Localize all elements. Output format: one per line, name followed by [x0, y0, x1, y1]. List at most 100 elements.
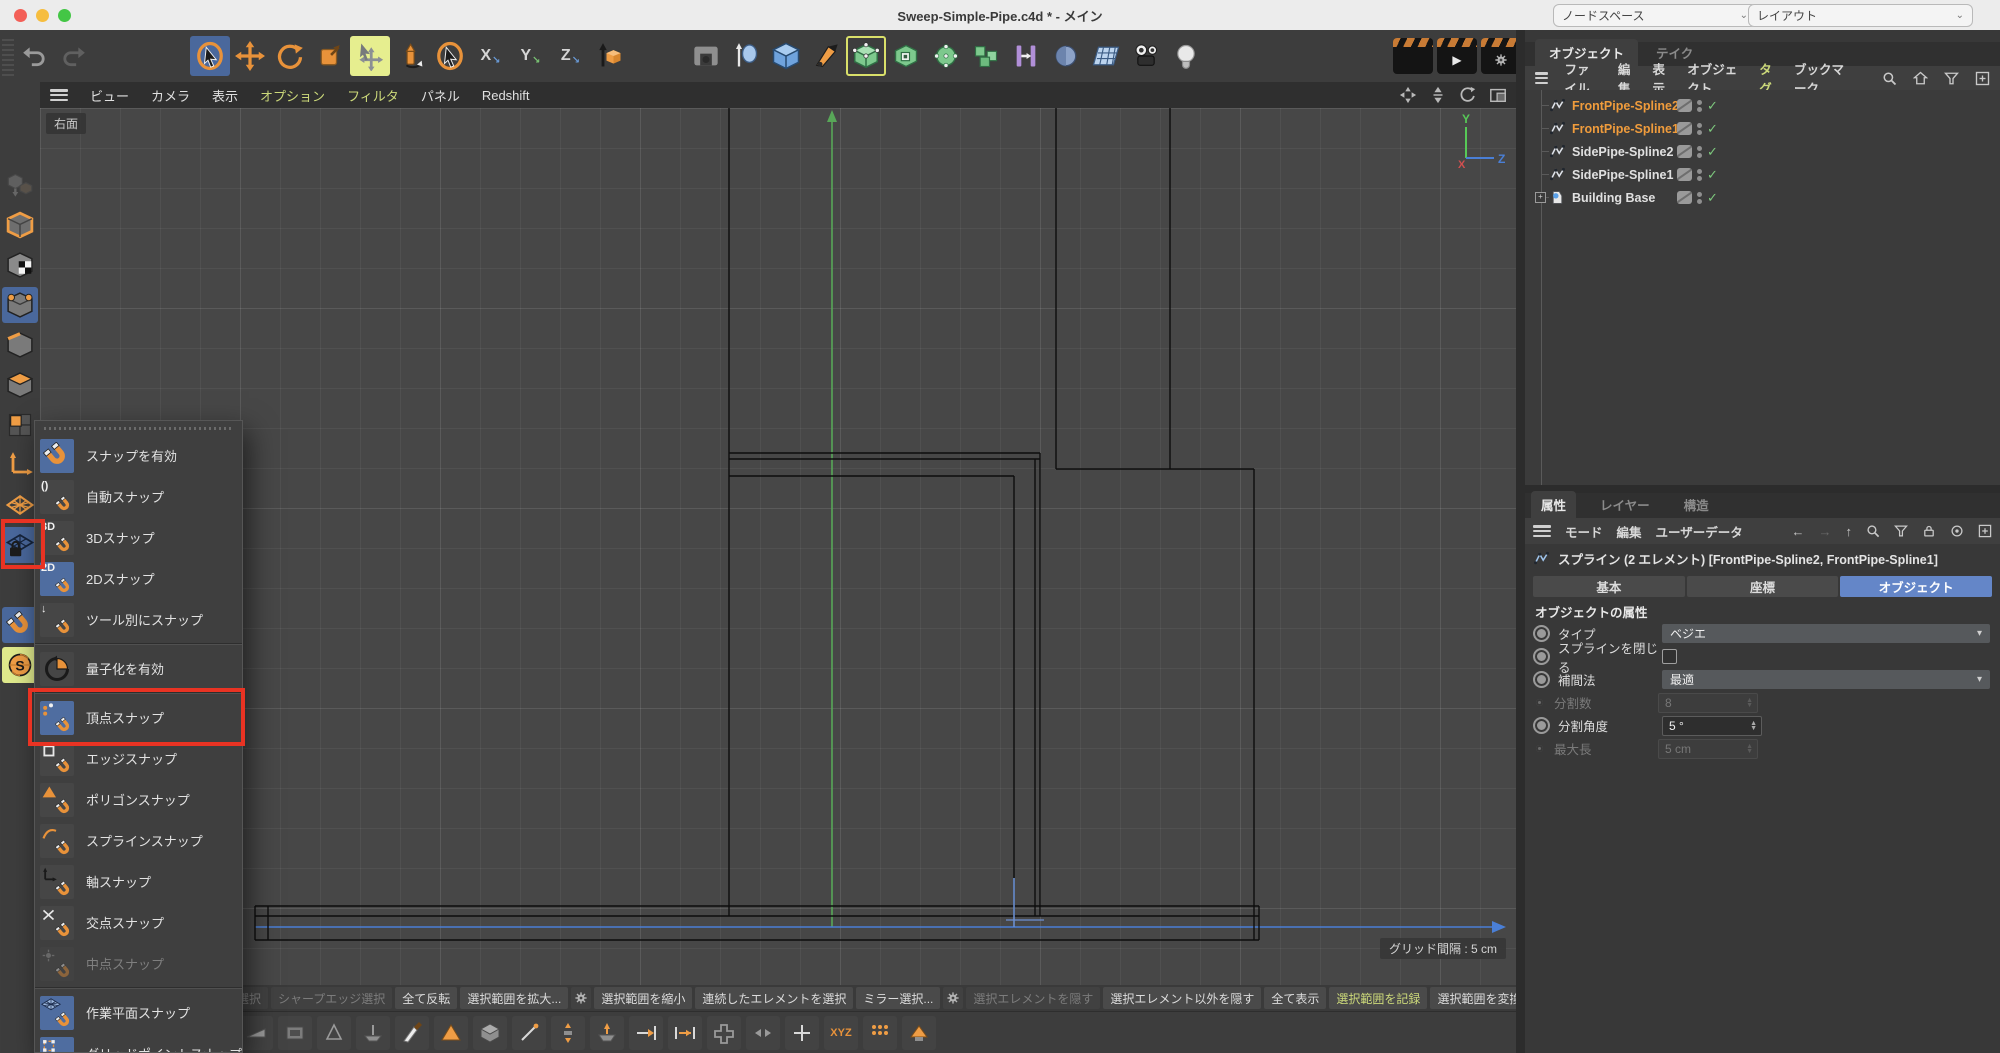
viewport[interactable]: ビュー カメラ 表示 オプション フィルタ パネル Redshift	[40, 82, 1516, 1053]
light-icon[interactable]	[1166, 36, 1206, 76]
camera-icon[interactable]	[1126, 36, 1166, 76]
scale-tool[interactable]	[310, 36, 350, 76]
modeling-tool-icon[interactable]	[317, 1016, 351, 1050]
visibility-dots-icon[interactable]	[1697, 123, 1702, 135]
layout-dropdown[interactable]: レイアウト⌄	[1748, 4, 1973, 27]
menu-item-3d-snap[interactable]: 3D 3Dスナップ	[35, 517, 242, 558]
rotate-tool[interactable]	[270, 36, 310, 76]
xyz-tool-icon[interactable]: XYZ	[824, 1016, 858, 1050]
visibility-dots-icon[interactable]	[1697, 100, 1702, 112]
snap-toggle-button[interactable]	[2, 607, 38, 643]
type-dropdown[interactable]: ベジエ▾	[1662, 624, 1990, 643]
menu-item-intersection-snap[interactable]: 交点スナップ	[35, 902, 242, 943]
layer-chip-icon[interactable]	[1677, 99, 1692, 112]
x-axis-lock-button[interactable]: X↘	[470, 36, 510, 76]
attribute-menu-icon[interactable]	[1533, 525, 1551, 537]
section-object-button[interactable]: オブジェクト	[1840, 576, 1992, 597]
workplane-mode-button[interactable]	[2, 487, 38, 523]
modify-axis-tool[interactable]	[390, 36, 430, 76]
object-manager-menu-icon[interactable]	[1535, 72, 1548, 84]
modeling-tool-icon[interactable]	[668, 1016, 702, 1050]
modeling-tool-icon[interactable]	[356, 1016, 390, 1050]
modeling-tool-icon[interactable]	[863, 1016, 897, 1050]
object-row[interactable]: FrontPipe-Spline2 ✓	[1525, 94, 2000, 117]
points-mode-button[interactable]	[2, 287, 38, 323]
modeling-tool-icon[interactable]	[785, 1016, 819, 1050]
subdivision-surface-icon[interactable]	[846, 36, 886, 76]
zoom-window-button[interactable]	[58, 9, 71, 22]
field-icon[interactable]	[1046, 36, 1086, 76]
make-editable-button[interactable]	[2, 167, 38, 203]
search-icon[interactable]	[1866, 524, 1880, 538]
angle-spinner[interactable]: 5 °▲▼	[1662, 716, 1762, 736]
viewport-menu-display[interactable]: 表示	[212, 86, 238, 105]
modeling-tool-icon[interactable]	[746, 1016, 780, 1050]
viewport-menu-icon[interactable]	[50, 89, 68, 101]
z-axis-lock-button[interactable]: Z↘	[550, 36, 590, 76]
enabled-check-icon[interactable]: ✓	[1707, 167, 1718, 183]
modeling-tool-icon[interactable]	[512, 1016, 546, 1050]
render-settings-button[interactable]	[1481, 38, 1521, 74]
object-row[interactable]: SidePipe-Spline2 ✓	[1525, 140, 2000, 163]
menu-item-polygon-snap[interactable]: ポリゴンスナップ	[35, 779, 242, 820]
tab-layers[interactable]: レイヤー	[1590, 491, 1660, 518]
deformer-icon[interactable]	[1006, 36, 1046, 76]
texture-mode-button[interactable]	[2, 247, 38, 283]
y-axis-lock-button[interactable]: Y↘	[510, 36, 550, 76]
quantize-settings-button[interactable]: S	[2, 647, 38, 683]
modeling-tool-icon[interactable]	[473, 1016, 507, 1050]
modeling-tool-icon[interactable]	[707, 1016, 741, 1050]
uv-mode-button[interactable]	[2, 407, 38, 443]
array-icon[interactable]	[966, 36, 1006, 76]
menu-item-workplane-snap[interactable]: 作業平面スナップ	[35, 992, 242, 1033]
keyframe-toggle-icon[interactable]	[1533, 717, 1550, 734]
tab-attributes[interactable]: 属性	[1531, 491, 1576, 518]
enabled-check-icon[interactable]: ✓	[1707, 190, 1718, 206]
command-button[interactable]: 全て表示	[1264, 987, 1326, 1009]
axis-mode-button[interactable]	[2, 447, 38, 483]
viewport-menu-view[interactable]: ビュー	[90, 86, 129, 105]
viewport-menu-redshift[interactable]: Redshift	[482, 88, 530, 103]
toggle-view-icon[interactable]	[1486, 83, 1510, 107]
search-icon[interactable]	[1882, 71, 1897, 86]
enabled-check-icon[interactable]: ✓	[1707, 98, 1718, 114]
redo-button[interactable]	[54, 36, 94, 76]
back-icon[interactable]: ←	[1792, 524, 1805, 539]
modeling-tool-icon[interactable]	[239, 1016, 273, 1050]
keyframe-toggle-icon[interactable]	[1533, 625, 1550, 642]
enabled-check-icon[interactable]: ✓	[1707, 121, 1718, 137]
up-icon[interactable]: ↑	[1846, 524, 1853, 539]
model-mode-button[interactable]	[2, 207, 38, 243]
interpolation-dropdown[interactable]: 最適▾	[1662, 670, 1990, 689]
visibility-dots-icon[interactable]	[1697, 169, 1702, 181]
command-button[interactable]: 選択範囲を変換	[1430, 987, 1528, 1009]
add-icon[interactable]	[1975, 71, 1990, 86]
close-window-button[interactable]	[14, 9, 27, 22]
am-menu-edit[interactable]: 編集	[1617, 522, 1642, 541]
spline-tools-icon[interactable]	[726, 36, 766, 76]
move-tool[interactable]	[230, 36, 270, 76]
lock-icon[interactable]	[1922, 524, 1936, 538]
menu-tearoff-handle[interactable]	[35, 421, 242, 435]
object-row[interactable]: FrontPipe-Spline1 ✓	[1525, 117, 2000, 140]
menu-item-enable-snap[interactable]: スナップを有効	[35, 435, 242, 476]
menu-item-spline-snap[interactable]: スプラインスナップ	[35, 820, 242, 861]
command-button[interactable]: 選択範囲を縮小	[594, 987, 692, 1009]
edge-mode-button[interactable]	[2, 327, 38, 363]
keyframe-toggle-icon[interactable]	[1533, 671, 1550, 688]
command-button[interactable]: 選択エレメント以外を隠す	[1103, 987, 1261, 1009]
modeling-tool-icon[interactable]	[590, 1016, 624, 1050]
layer-chip-icon[interactable]	[1677, 145, 1692, 158]
visibility-dots-icon[interactable]	[1697, 192, 1702, 204]
minimize-window-button[interactable]	[36, 9, 49, 22]
selection-ring-tool[interactable]	[430, 36, 470, 76]
menu-item-auto-snap[interactable]: () 自動スナップ	[35, 476, 242, 517]
section-basic-button[interactable]: 基本	[1533, 576, 1685, 597]
polygon-mode-button[interactable]	[2, 367, 38, 403]
menu-item-2d-snap[interactable]: 2D 2Dスナップ	[35, 558, 242, 599]
command-button[interactable]: 選択範囲を拡大...	[460, 987, 568, 1009]
polygon-object-icon[interactable]	[886, 36, 926, 76]
command-button[interactable]: 選択範囲を記録	[1329, 987, 1427, 1009]
close-spline-checkbox[interactable]	[1662, 649, 1677, 664]
visibility-dots-icon[interactable]	[1697, 146, 1702, 158]
